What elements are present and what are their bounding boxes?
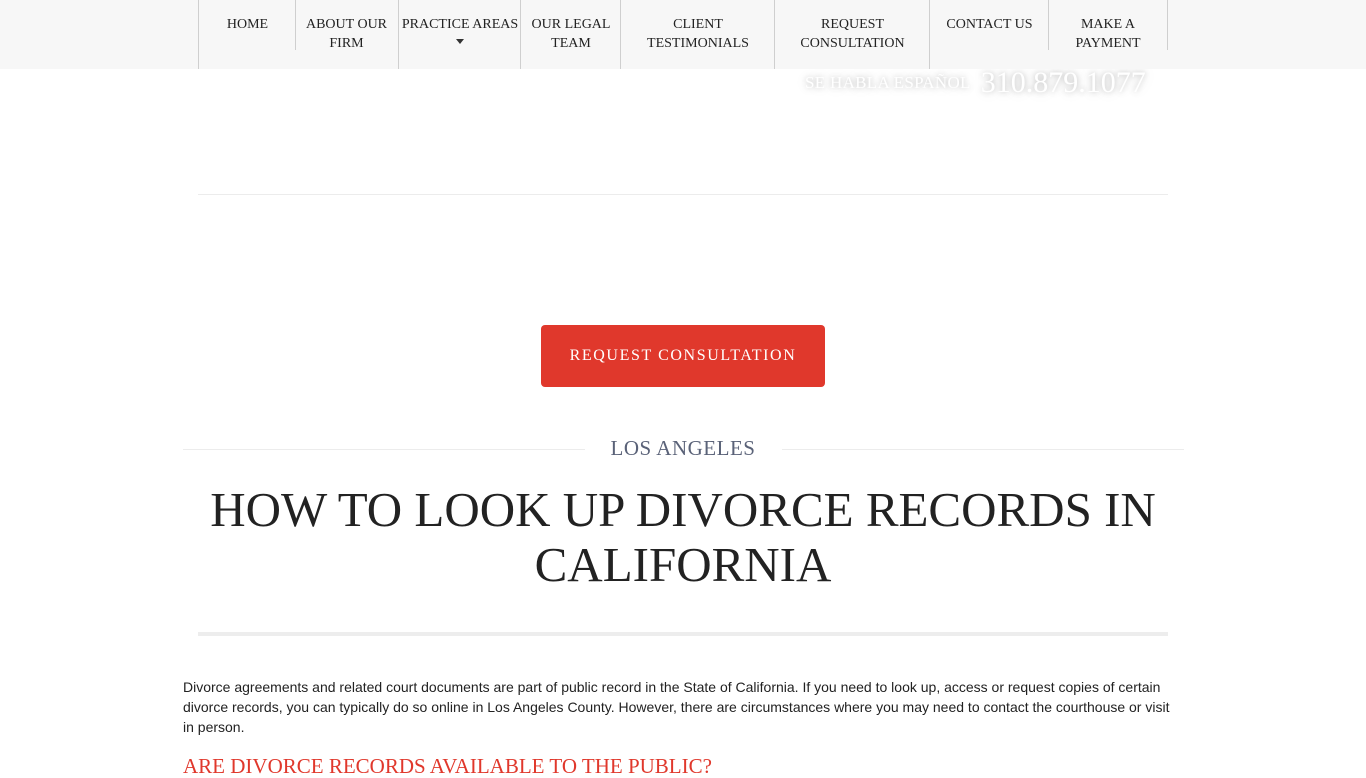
nav-item-make-a-payment[interactable]: MAKE A PAYMENT [1048, 0, 1168, 51]
request-consultation-button[interactable]: REQUEST CONSULTATION [541, 325, 825, 387]
title-divider [198, 632, 1168, 636]
nav-item-label: CLIENT TESTIMONIALS [647, 17, 749, 51]
location-label: LOS ANGELES [610, 436, 756, 460]
nav-item-label: CONTACT US [946, 17, 1033, 32]
nav-item-about-our-firm[interactable]: ABOUT OUR FIRM [295, 0, 397, 51]
nav-item-label: HOME [226, 17, 269, 32]
nav-item-request-consultation[interactable]: REQUEST CONSULTATION [774, 0, 930, 69]
header-divider [198, 194, 1168, 195]
nav-item-practice-areas[interactable]: PRACTICE AREAS [398, 0, 521, 69]
nav-item-label: PRACTICE AREAS [401, 17, 519, 32]
nav-item-label: MAKE A PAYMENT [1075, 17, 1141, 51]
caret-down-icon [456, 39, 464, 44]
phone-number-link[interactable]: 310.879.1077 [981, 66, 1146, 99]
main-navigation: HOME ABOUT OUR FIRM PRACTICE AREAS OUR L… [0, 0, 1366, 69]
article-intro-paragraph: Divorce agreements and related court doc… [183, 679, 1170, 735]
nav-item-home[interactable]: HOME [198, 0, 296, 69]
nav-item-contact-us[interactable]: CONTACT US [929, 0, 1049, 69]
header-contact: SE HABLA ESPAÑOL 310.879.1077 [805, 66, 1146, 100]
nav-item-label: OUR LEGAL TEAM [531, 17, 611, 51]
nav-item-our-legal-team[interactable]: OUR LEGAL TEAM [520, 0, 621, 69]
page-title: HOW TO LOOK UP DIVORCE RECORDS IN CALIFO… [210, 482, 1156, 592]
nav-item-client-testimonials[interactable]: CLIENT TESTIMONIALS [620, 0, 775, 69]
nav-item-label: REQUEST CONSULTATION [800, 17, 905, 51]
nav-item-label: ABOUT OUR FIRM [305, 17, 388, 51]
article-subheading: ARE DIVORCE RECORDS AVAILABLE TO THE PUB… [183, 754, 712, 778]
spanish-spoken-label: SE HABLA ESPAÑOL [805, 73, 971, 92]
